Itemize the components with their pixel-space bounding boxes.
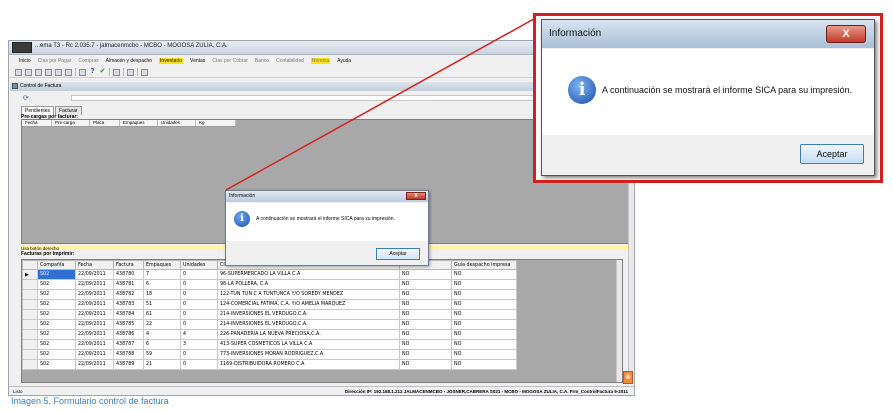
dialog-message-zoomed: A continuación se mostrará el informe SI… <box>602 85 853 95</box>
accept-button-zoomed[interactable]: Aceptar <box>800 144 864 164</box>
info-dialog-zoomed: Información X i A continuación se mostra… <box>541 19 875 176</box>
info-icon-zoomed: i <box>568 76 596 104</box>
dialog-title-zoomed: Información <box>542 20 874 48</box>
dialog-body-zoomed: i A continuación se mostrará el informe … <box>542 49 874 135</box>
figure-caption: Imagen 5. Formulario control de factura <box>11 396 169 406</box>
zoom-callout: Información X i A continuación se mostra… <box>533 13 883 183</box>
dialog-close-button-zoomed[interactable]: X <box>826 25 866 43</box>
